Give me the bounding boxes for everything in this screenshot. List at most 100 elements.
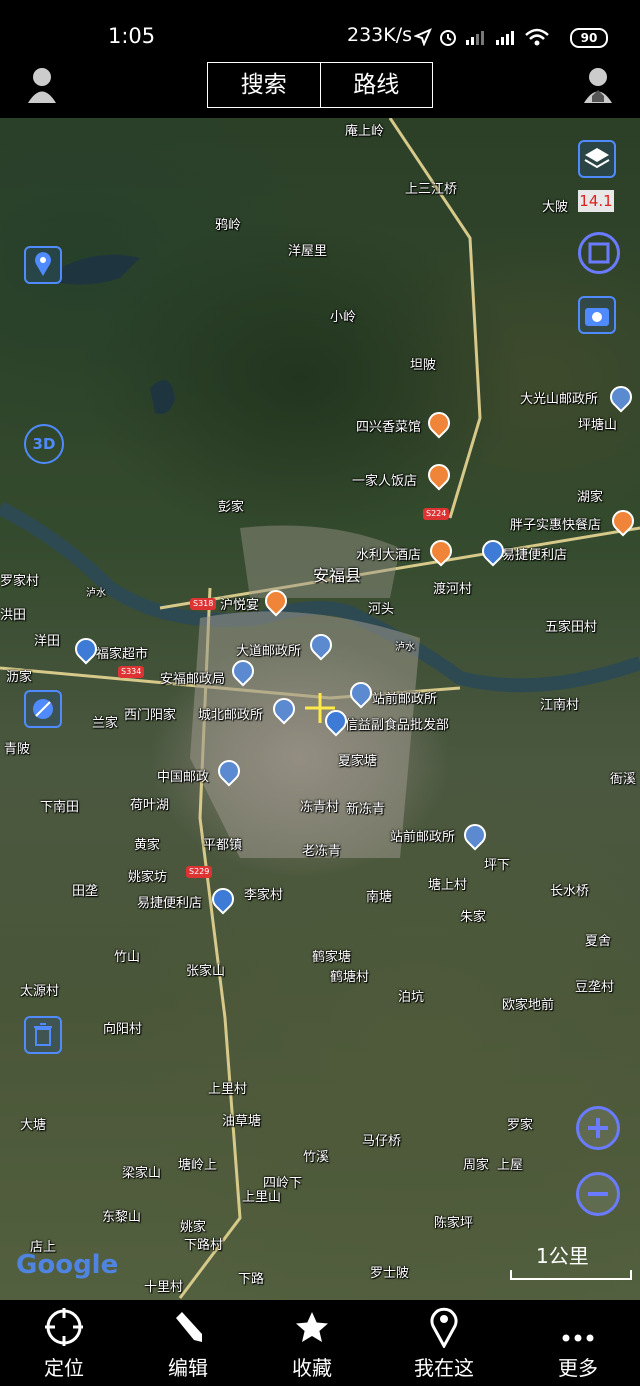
- map-label: 彭家: [218, 500, 245, 515]
- map-label: 信益副食品批发部: [345, 718, 450, 733]
- status-bar: 1:05 233K/s 90: [0, 0, 640, 62]
- map-label: 西门阳家: [124, 708, 177, 723]
- nav-label: 收藏: [292, 1356, 332, 1380]
- map-label: 姚家: [180, 1220, 207, 1235]
- map-label: 江南村: [540, 698, 580, 713]
- map-label: 泊坑: [398, 990, 425, 1005]
- map-label: 站前邮政所: [390, 830, 456, 845]
- map-label: 塘岭上: [178, 1158, 218, 1173]
- map-label: 大光山邮政所: [520, 392, 599, 407]
- search-route-toggle: 搜索 路线: [207, 62, 433, 108]
- user-home-icon[interactable]: [582, 66, 614, 104]
- frame-button[interactable]: [578, 232, 620, 274]
- nav-label: 更多: [558, 1356, 598, 1380]
- map-label: 洪田: [0, 608, 27, 623]
- map-label: 河头: [368, 602, 395, 617]
- status-net-speed: 233K/s: [347, 24, 413, 46]
- nav-more[interactable]: 更多: [514, 1300, 640, 1386]
- map-label: 欧家地前: [502, 998, 555, 1013]
- map-label: 坪下: [484, 858, 511, 873]
- map-label-county: 安福县: [313, 566, 362, 585]
- map-label: 油草塘: [222, 1114, 262, 1129]
- tab-search[interactable]: 搜索: [208, 63, 321, 107]
- river-label: 泸水: [395, 642, 415, 653]
- scale-label: 1公里: [536, 1244, 589, 1268]
- map-label: 周家: [463, 1158, 490, 1173]
- map-label: 易捷便利店: [137, 896, 203, 911]
- road-shield: S334: [118, 666, 145, 678]
- map-label: 竹山: [114, 950, 141, 965]
- map-label: 东黎山: [102, 1210, 142, 1225]
- map-label: 十里村: [144, 1280, 184, 1295]
- nav-edit[interactable]: 编辑: [124, 1300, 252, 1386]
- map-label: 夏舍: [585, 934, 612, 949]
- map-label: 湖家: [577, 490, 604, 505]
- layers-button[interactable]: [578, 140, 616, 178]
- map-label: 坦陂: [410, 358, 437, 373]
- map-label: 下路村: [184, 1238, 224, 1253]
- top-bar: 搜索 路线: [0, 62, 640, 118]
- map-label: 向阳村: [103, 1022, 143, 1037]
- satellite-button[interactable]: [24, 690, 62, 728]
- map-label: 罗士陂: [370, 1266, 410, 1281]
- map-label: 鹤家塘: [312, 950, 352, 965]
- map-label: 衙溪: [610, 772, 637, 787]
- google-logo: Google: [16, 1250, 119, 1280]
- user-icon[interactable]: [26, 66, 58, 104]
- 3d-toggle-button[interactable]: 3D: [24, 424, 64, 464]
- scale-bar: [510, 1270, 632, 1280]
- nav-locate[interactable]: 定位: [0, 1300, 128, 1386]
- map-label: 五家田村: [545, 620, 598, 635]
- map-label: 冻青村: [300, 800, 340, 815]
- map-label: 洋田: [34, 634, 61, 649]
- map-label: 黄家: [134, 838, 161, 853]
- tab-route[interactable]: 路线: [321, 63, 433, 107]
- map-label: 鹤塘村: [330, 970, 370, 985]
- map-label: 李家村: [244, 888, 284, 903]
- map-label: 下南田: [40, 800, 80, 815]
- signal-icon: [466, 31, 484, 45]
- satellite-dish-icon: [33, 699, 53, 719]
- camera-button[interactable]: [578, 296, 616, 334]
- nav-label: 编辑: [168, 1356, 208, 1380]
- map-label: 平都镇: [203, 838, 243, 853]
- signal-hd-icon: [496, 31, 514, 45]
- zoom-in-button[interactable]: [576, 1106, 620, 1150]
- nav-here[interactable]: 我在这: [380, 1300, 508, 1386]
- wifi-icon: [525, 28, 549, 46]
- status-icons: [414, 22, 550, 52]
- location-marker-button[interactable]: [24, 246, 62, 284]
- map-label: 福家超市: [96, 647, 149, 662]
- map-label: 罗家村: [0, 574, 40, 589]
- map-label: 陈家坪: [434, 1216, 474, 1231]
- map-label: 四兴香菜馆: [356, 420, 422, 435]
- map-label: 南塘: [366, 890, 393, 905]
- plus-icon: [588, 1118, 608, 1138]
- map-label: 小岭: [330, 310, 357, 325]
- map-label: 城北邮政所: [198, 708, 264, 723]
- star-icon: [296, 1312, 328, 1342]
- pin-icon: [430, 1307, 458, 1348]
- bottom-nav: 定位 编辑 收藏 我在这 更多: [0, 1300, 640, 1386]
- alarm-icon: [440, 30, 456, 46]
- camera-icon: [585, 308, 609, 326]
- zoom-level-badge: 14.1: [578, 190, 614, 212]
- lake: [150, 380, 175, 414]
- map-label: 马仔桥: [362, 1134, 402, 1149]
- map-pin-icon: [35, 252, 51, 276]
- zoom-out-button[interactable]: [576, 1172, 620, 1216]
- road-shield: S224: [423, 508, 450, 520]
- map-label: 水利大酒店: [356, 548, 422, 563]
- map-label: 梁家山: [122, 1166, 162, 1181]
- map-label: 站前邮政所: [372, 692, 438, 707]
- map-view[interactable]: 庵上岭 上三江桥 大陂 鸦岭 洋屋里 小岭 坦陂 大光山邮政所 坪塘山 四兴香菜…: [0, 118, 640, 1300]
- map-label: 坪塘山: [578, 418, 618, 433]
- map-label: 大道邮政所: [236, 644, 302, 659]
- map-label: 一家人饭店: [352, 474, 418, 489]
- map-label: 兰家: [92, 716, 119, 731]
- location-arrow-icon: [414, 28, 432, 46]
- map-label: 上里山: [242, 1190, 282, 1205]
- minus-icon: [588, 1192, 608, 1196]
- nav-favorites[interactable]: 收藏: [248, 1300, 376, 1386]
- delete-button[interactable]: [24, 1016, 62, 1054]
